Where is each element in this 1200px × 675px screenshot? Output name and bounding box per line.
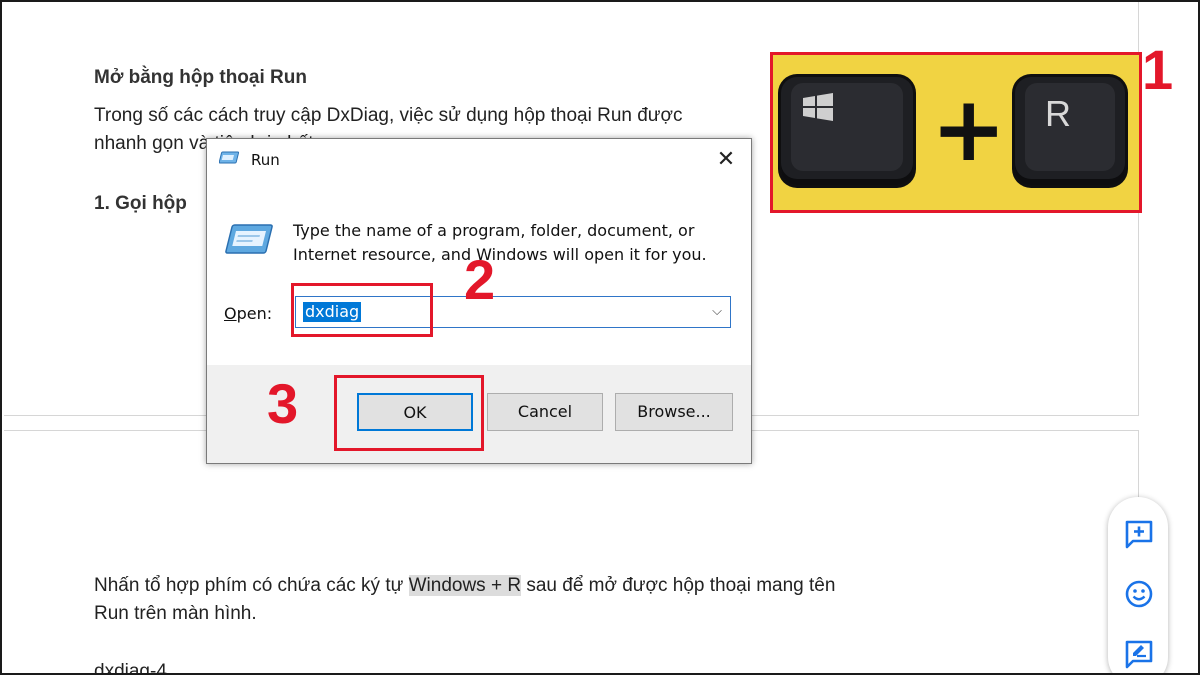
run-dialog-title: Run [251,151,280,169]
step2-number: 2 [464,248,496,311]
open-label-rest: pen: [236,304,273,323]
side-toolbar [1108,497,1168,673]
document-page-lower [4,430,1139,673]
step2-highlight-box [291,283,433,337]
open-label-accesskey: O [224,304,237,323]
close-icon[interactable]: ✕ [711,145,741,175]
step3-highlight-box [334,375,484,451]
suggest-edit-icon[interactable] [1124,639,1154,669]
cancel-button[interactable]: Cancel [487,393,603,431]
screenshot-frame: Mở bằng hộp thoại Run Trong số các cách … [0,0,1200,675]
section-heading: Mở bằng hộp thoại Run [94,67,307,88]
instruction-line: Run trên màn hình. [94,603,257,624]
instruction-text: Nhấn tổ hợp phím có chứa các ký tự [94,575,409,596]
run-titlebar[interactable]: Run ✕ [207,139,751,183]
windows-key [781,77,913,185]
run-program-icon [225,224,273,254]
browse-button[interactable]: Browse... [615,393,733,431]
emoji-icon[interactable] [1124,579,1154,609]
step-heading: 1. Gọi hộp [94,193,187,214]
instruction-paragraph: Nhấn tổ hợp phím có chứa các ký tự Windo… [94,572,835,600]
step1-number: 1 [1142,38,1174,101]
keyboard-shortcut-graphic: + R [770,52,1142,213]
r-key: R [1015,77,1125,185]
instruction-text: sau để mở được hộp thoại mang tên [521,575,836,596]
paragraph-line: Trong số các cách truy cập DxDiag, việc … [94,105,683,126]
windows-logo-icon [803,93,833,121]
add-comment-icon[interactable] [1124,519,1154,549]
step3-number: 3 [267,372,299,435]
open-label: Open: [224,304,272,323]
plus-sign: + [931,77,1007,182]
run-app-icon [219,151,240,164]
run-description: Type the name of a program, folder, docu… [293,221,707,264]
r-key-label: R [1045,93,1071,134]
highlighted-shortcut: Windows + R [408,575,522,596]
image-caption: dxdiag-4 [94,661,167,675]
chevron-down-icon[interactable]: ⌵ [708,301,726,323]
